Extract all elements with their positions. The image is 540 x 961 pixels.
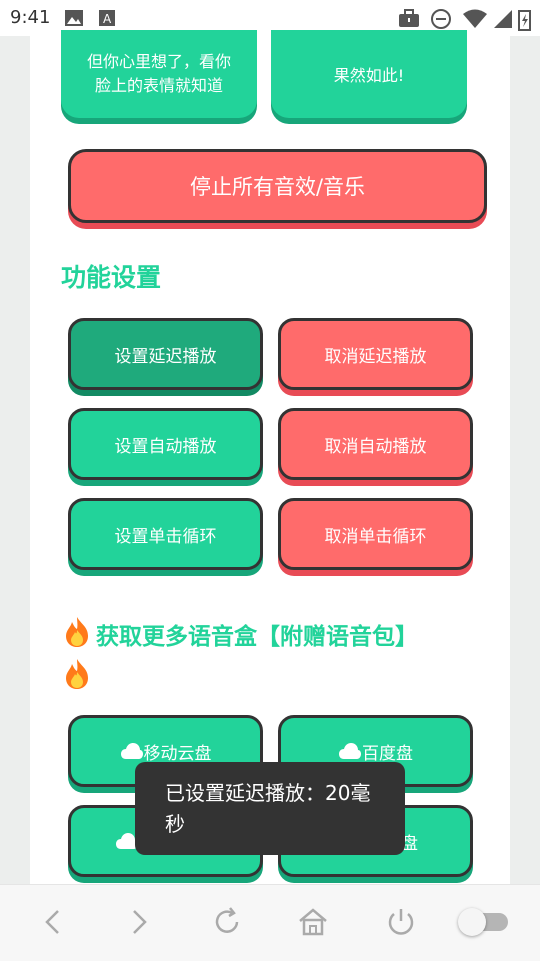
set-delay-play-button[interactable]: 设置延迟播放 <box>68 318 263 390</box>
bottom-nav-bar <box>0 884 540 961</box>
cloud-icon <box>339 743 361 759</box>
forward-icon[interactable] <box>122 905 156 939</box>
image-icon <box>65 10 83 26</box>
cancel-delay-play-button[interactable]: 取消延迟播放 <box>278 318 473 390</box>
briefcase-icon <box>399 9 419 27</box>
stop-all-button[interactable]: 停止所有音效/音乐 <box>68 149 487 223</box>
back-icon[interactable] <box>36 905 70 939</box>
font-icon: A <box>99 10 115 26</box>
fire-icon <box>66 659 88 689</box>
button-label: 设置延迟播放 <box>114 346 217 367</box>
toast-message: 已设置延迟播放：20毫秒 <box>135 762 405 855</box>
svg-text:A: A <box>103 12 112 26</box>
section-title-function: 功能设置 <box>61 263 162 292</box>
set-click-loop-button[interactable]: 设置单击循环 <box>68 498 263 570</box>
button-label: 果然如此! <box>333 66 405 85</box>
sound-button-as-expected[interactable]: 果然如此! <box>271 30 467 118</box>
button-label: 取消自动播放 <box>324 436 427 457</box>
battery-icon <box>518 10 531 31</box>
button-label: 移动云盘 <box>143 743 212 764</box>
refresh-icon[interactable] <box>210 905 244 939</box>
cancel-click-loop-button[interactable]: 取消单击循环 <box>278 498 473 570</box>
cancel-auto-play-button[interactable]: 取消自动播放 <box>278 408 473 480</box>
status-time: 9:41 <box>10 7 51 28</box>
signal-icon <box>494 10 512 28</box>
button-label: 取消单击循环 <box>324 526 427 547</box>
section-title-more: 获取更多语音盒【附赠语音包】 <box>96 624 418 650</box>
toggle-switch[interactable] <box>458 908 508 936</box>
set-auto-play-button[interactable]: 设置自动播放 <box>68 408 263 480</box>
button-label: 设置单击循环 <box>114 526 217 547</box>
button-label: 停止所有音效/音乐 <box>189 175 366 199</box>
cloud-icon <box>120 743 143 759</box>
button-label: 百度盘 <box>362 743 413 764</box>
power-icon[interactable] <box>384 905 418 939</box>
do-not-disturb-icon <box>431 9 451 29</box>
fire-icon <box>66 617 88 647</box>
wifi-icon <box>463 9 487 28</box>
sound-button-but-you-thought[interactable]: 但你心里想了，看你 脸上的表情就知道 <box>61 30 257 118</box>
button-label: 取消延迟播放 <box>324 346 427 367</box>
toggle-knob <box>458 908 486 936</box>
home-icon[interactable] <box>296 905 330 939</box>
button-label: 设置自动播放 <box>114 436 217 457</box>
button-label: 但你心里想了，看你 脸上的表情就知道 <box>86 52 231 95</box>
